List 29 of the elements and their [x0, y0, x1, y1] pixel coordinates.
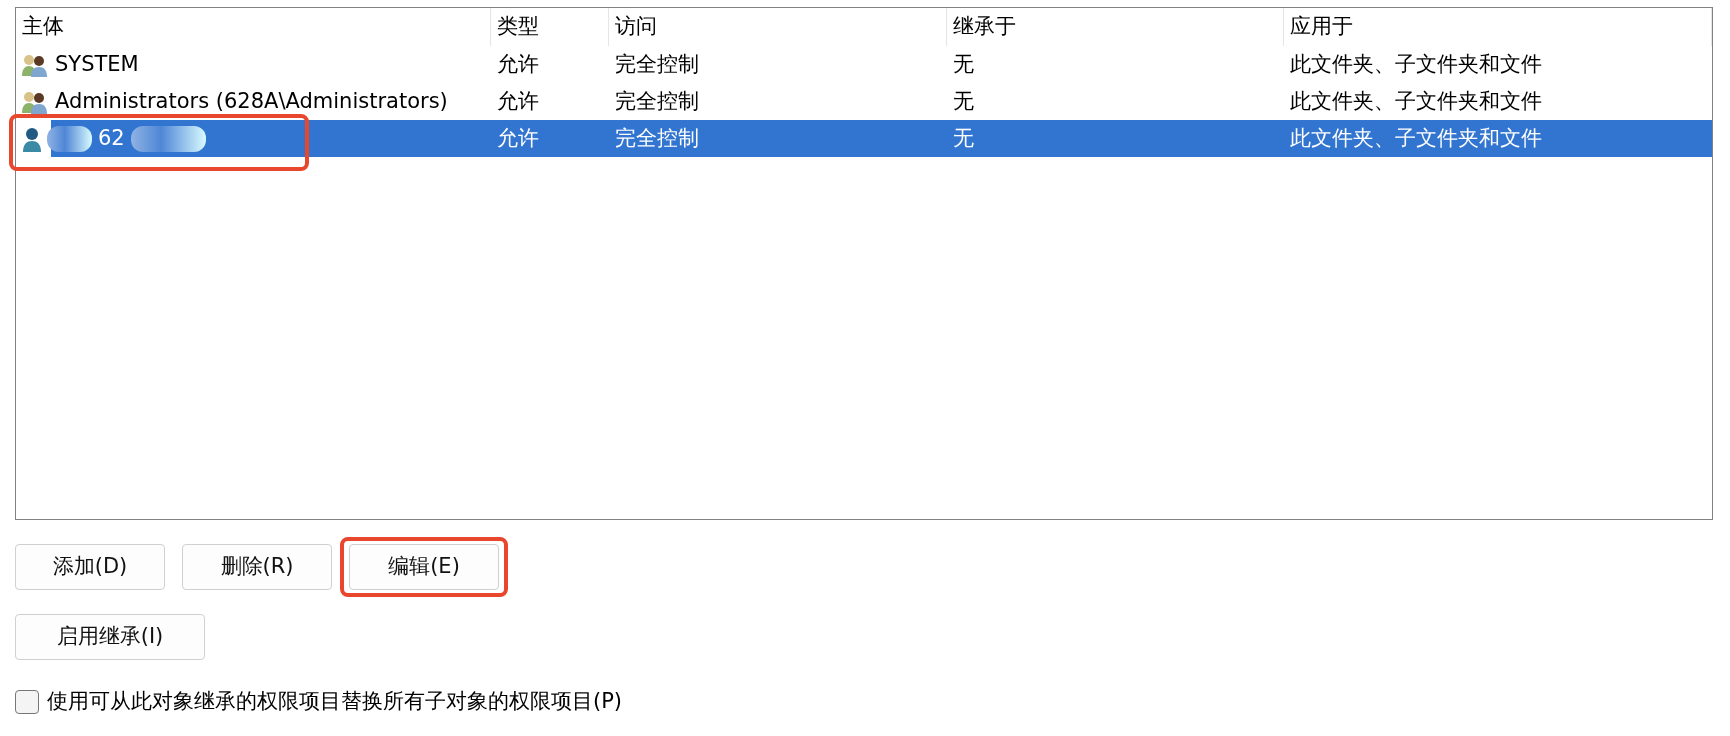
access-level-cell-text: 完全控制: [614, 50, 700, 78]
user-icon: [21, 125, 43, 152]
permission-row[interactable]: SYSTEM 允许 完全控制 无 此文件夹、子文件夹和文件: [16, 46, 1712, 83]
inherited-from-cell-text: 无: [952, 87, 975, 115]
principal-name: SYSTEM: [54, 50, 140, 78]
action-button[interactable]: 添加(D): [15, 544, 165, 590]
inherited-from-cell-text: 无: [952, 124, 975, 152]
permission-row[interactable]: Administrators (628A\Administrators) 允许 完全控制 无 此文件夹、子文件夹和文件: [16, 83, 1712, 120]
enable-inheritance-button[interactable]: 启用继承(I): [15, 614, 205, 660]
action-button[interactable]: 编辑(E): [349, 544, 499, 590]
applies-to-cell-text: 此文件夹、子文件夹和文件: [1289, 124, 1543, 152]
principal-name: Administrators (628A\Administrators): [54, 87, 449, 115]
access-level-cell-text: 完全控制: [614, 124, 700, 152]
column-header[interactable]: 继承于: [947, 8, 1284, 46]
access-level-cell-text: 完全控制: [614, 87, 700, 115]
applies-to-cell-text: 此文件夹、子文件夹和文件: [1289, 50, 1543, 78]
replace-permissions-label: 使用可从此对象继承的权限项目替换所有子对象的权限项目(P): [47, 688, 623, 715]
applies-to-cell-text: 此文件夹、子文件夹和文件: [1289, 87, 1543, 115]
replace-permissions-checkbox[interactable]: [15, 689, 39, 714]
column-header[interactable]: 主体: [16, 8, 491, 46]
action-button[interactable]: 删除(R): [182, 544, 332, 590]
permission-type-cell-text: 允许: [496, 50, 540, 78]
inherited-from-cell-text: 无: [952, 50, 975, 78]
principal-name: 62: [97, 124, 126, 152]
column-header[interactable]: 应用于: [1284, 8, 1712, 46]
column-header[interactable]: 类型: [491, 8, 609, 46]
column-header[interactable]: 访问: [609, 8, 947, 46]
permission-type-cell-text: 允许: [496, 124, 540, 152]
permission-type-cell-text: 允许: [496, 87, 540, 115]
